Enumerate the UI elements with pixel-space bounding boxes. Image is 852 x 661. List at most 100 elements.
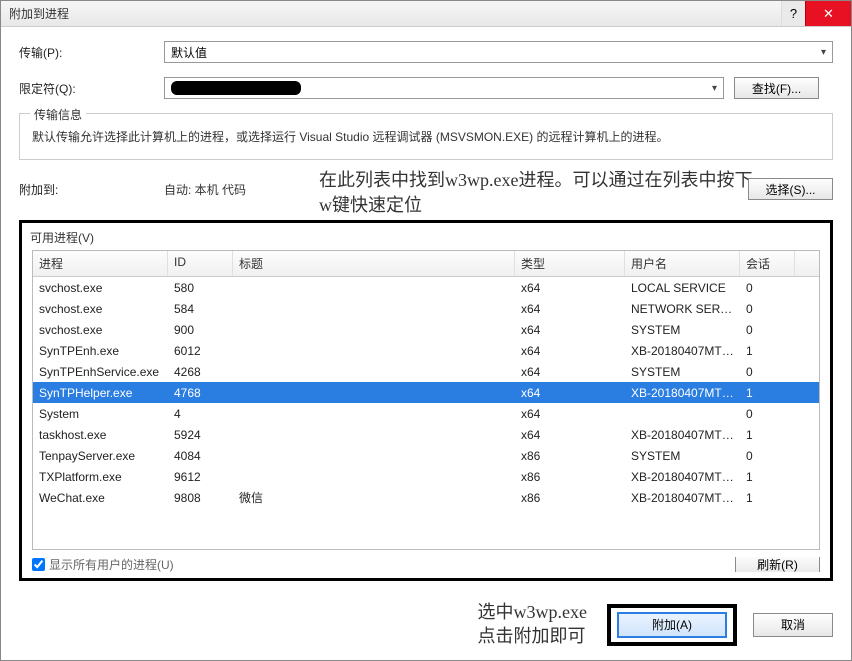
cell-user: XB-20180407MTF... <box>625 424 740 446</box>
select-button[interactable]: 选择(S)... <box>748 178 833 200</box>
transport-info-text: 默认传输允许选择此计算机上的进程，或选择运行 Visual Studio 远程调… <box>32 128 820 145</box>
show-all-users-checkbox[interactable]: 显示所有用户的进程(U) <box>32 556 174 572</box>
cell-title <box>233 410 515 418</box>
close-button[interactable]: ✕ <box>805 1 851 26</box>
cell-title <box>233 452 515 460</box>
col-id[interactable]: ID <box>168 251 233 276</box>
show-all-users-input[interactable] <box>32 558 45 571</box>
cell-proc: SynTPEnh.exe <box>33 340 168 362</box>
table-row[interactable]: taskhost.exe5924x64XB-20180407MTF...1 <box>33 424 819 445</box>
cell-user: XB-20180407MTF... <box>625 466 740 488</box>
chevron-down-icon: ▾ <box>821 47 826 58</box>
col-session[interactable]: 会话 <box>740 251 795 276</box>
table-body[interactable]: svchost.exe580x64LOCAL SERVICE0svchost.e… <box>33 277 819 549</box>
cell-user <box>625 410 740 418</box>
cancel-button[interactable]: 取消 <box>753 613 833 637</box>
cell-id: 5924 <box>168 424 233 446</box>
cell-user: XB-20180407MTF... <box>625 487 740 509</box>
cell-id: 4768 <box>168 382 233 404</box>
cell-sess: 0 <box>740 445 795 467</box>
cell-type: x86 <box>515 445 625 467</box>
cell-sess: 1 <box>740 382 795 404</box>
cell-proc: taskhost.exe <box>33 424 168 446</box>
cell-sess: 0 <box>740 298 795 320</box>
cell-sess: 1 <box>740 487 795 509</box>
cell-id: 9612 <box>168 466 233 488</box>
cell-proc: SynTPHelper.exe <box>33 382 168 404</box>
attach-to-label: 附加到: <box>19 181 164 198</box>
refresh-button[interactable]: 刷新(R) <box>735 556 820 572</box>
transport-info-box: 传输信息 默认传输允许选择此计算机上的进程，或选择运行 Visual Studi… <box>19 113 833 160</box>
cell-title <box>233 347 515 355</box>
cell-user: XB-20180407MTF... <box>625 340 740 362</box>
cell-sess: 0 <box>740 319 795 341</box>
cell-proc: SynTPEnhService.exe <box>33 361 168 383</box>
cell-id: 580 <box>168 277 233 299</box>
window-title: 附加到进程 <box>9 5 69 22</box>
cell-type: x64 <box>515 298 625 320</box>
cell-user: XB-20180407MTF... <box>625 382 740 404</box>
cell-sess: 0 <box>740 361 795 383</box>
transport-label: 传输(P): <box>19 44 164 61</box>
titlebar: 附加到进程 ? ✕ <box>1 1 851 27</box>
table-row[interactable]: SynTPEnh.exe6012x64XB-20180407MTF...1 <box>33 340 819 361</box>
col-process[interactable]: 进程 <box>33 251 168 276</box>
cell-proc: svchost.exe <box>33 319 168 341</box>
cell-type: x64 <box>515 361 625 383</box>
table-row[interactable]: svchost.exe580x64LOCAL SERVICE0 <box>33 277 819 298</box>
cell-title <box>233 431 515 439</box>
cell-user: SYSTEM <box>625 319 740 341</box>
cell-sess: 1 <box>740 466 795 488</box>
cell-title <box>233 389 515 397</box>
transport-value: 默认值 <box>171 44 207 61</box>
table-row[interactable]: SynTPEnhService.exe4268x64SYSTEM0 <box>33 361 819 382</box>
cell-title <box>233 284 515 292</box>
cell-id: 900 <box>168 319 233 341</box>
cell-user: LOCAL SERVICE <box>625 277 740 299</box>
dialog-footer: 选中w3wp.exe 点击附加即可 附加(A) 取消 <box>1 591 851 660</box>
table-row[interactable]: WeChat.exe9808微信x86XB-20180407MTF...1 <box>33 487 819 508</box>
table-header: 进程 ID 标题 类型 用户名 会话 <box>33 251 819 277</box>
cell-id: 4084 <box>168 445 233 467</box>
col-title[interactable]: 标题 <box>233 251 515 276</box>
cell-type: x86 <box>515 466 625 488</box>
table-footer-row: 显示所有用户的进程(U) 刷新(R) <box>32 556 820 572</box>
col-type[interactable]: 类型 <box>515 251 625 276</box>
table-row[interactable]: TXPlatform.exe9612x86XB-20180407MTF...1 <box>33 466 819 487</box>
attach-to-process-dialog: 附加到进程 ? ✕ 传输(P): 默认值 ▾ 限定符(Q): ▾ 查找(F)..… <box>0 0 852 661</box>
table-row[interactable]: svchost.exe584 x64NETWORK SERVICE0 <box>33 298 819 319</box>
available-processes-legend: 可用进程(V) <box>30 229 820 246</box>
qualifier-combo[interactable]: ▾ <box>164 77 724 99</box>
help-button[interactable]: ? <box>781 1 805 26</box>
cell-sess: 0 <box>740 277 795 299</box>
cell-id: 584 <box>168 298 233 320</box>
cell-type: x64 <box>515 424 625 446</box>
cell-title <box>233 305 515 313</box>
attach-highlight-box: 附加(A) <box>607 604 737 646</box>
find-button[interactable]: 查找(F)... <box>734 77 819 99</box>
table-row[interactable]: TenpayServer.exe4084x86SYSTEM0 <box>33 445 819 466</box>
cell-sess: 1 <box>740 340 795 362</box>
transport-combo[interactable]: 默认值 ▾ <box>164 41 833 63</box>
process-table[interactable]: 进程 ID 标题 类型 用户名 会话 svchost.exe580x64LOCA… <box>32 250 820 550</box>
cell-title: 微信 <box>233 485 515 510</box>
cell-type: x64 <box>515 382 625 404</box>
table-row[interactable]: System4x640 <box>33 403 819 424</box>
window-controls: ? ✕ <box>781 1 851 26</box>
transport-info-legend: 传输信息 <box>30 106 86 123</box>
table-row[interactable]: svchost.exe900x64SYSTEM0 <box>33 319 819 340</box>
table-row[interactable]: SynTPHelper.exe4768 x64XB-20180407MTF...1 <box>33 382 819 403</box>
cell-title <box>233 473 515 481</box>
cell-proc: System <box>33 403 168 425</box>
chevron-down-icon: ▾ <box>712 83 717 94</box>
cell-type: x64 <box>515 403 625 425</box>
cell-title <box>233 368 515 376</box>
cell-id: 6012 <box>168 340 233 362</box>
cell-sess: 0 <box>740 403 795 425</box>
cell-proc: svchost.exe <box>33 298 168 320</box>
cell-user: NETWORK SERVICE <box>625 298 740 320</box>
attach-button[interactable]: 附加(A) <box>617 612 727 638</box>
cell-proc: svchost.exe <box>33 277 168 299</box>
cell-id: 4268 <box>168 361 233 383</box>
col-user[interactable]: 用户名 <box>625 251 740 276</box>
